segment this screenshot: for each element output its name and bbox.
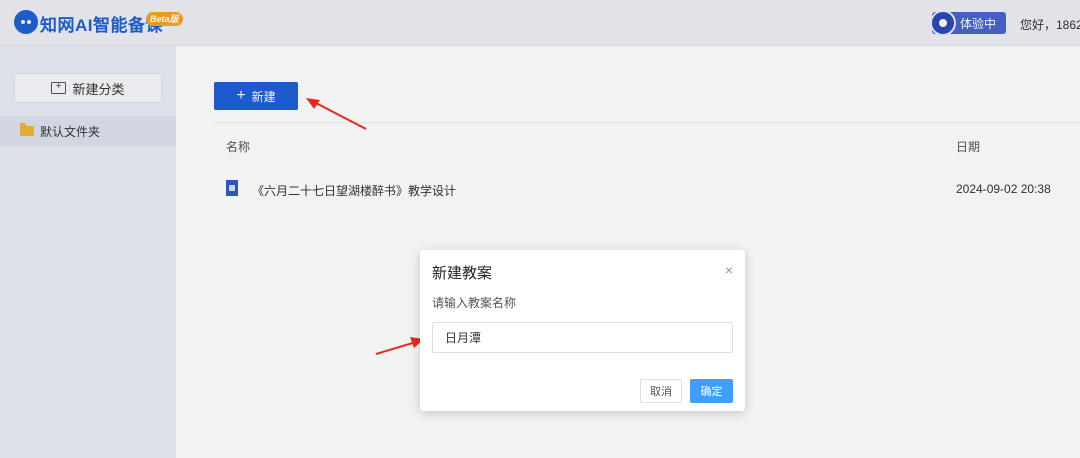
lesson-name-label: 请输入教案名称 <box>432 296 517 310</box>
dialog-title: 新建教案 <box>432 265 493 282</box>
annotation-arrow <box>306 98 367 130</box>
close-icon[interactable]: × <box>725 262 733 278</box>
lesson-name-input[interactable] <box>432 322 733 353</box>
confirm-button[interactable]: 确定 <box>690 379 733 403</box>
cancel-button[interactable]: 取消 <box>640 379 682 403</box>
new-lesson-plan-dialog: 新建教案 × 请输入教案名称 取消 确定 <box>420 250 745 411</box>
